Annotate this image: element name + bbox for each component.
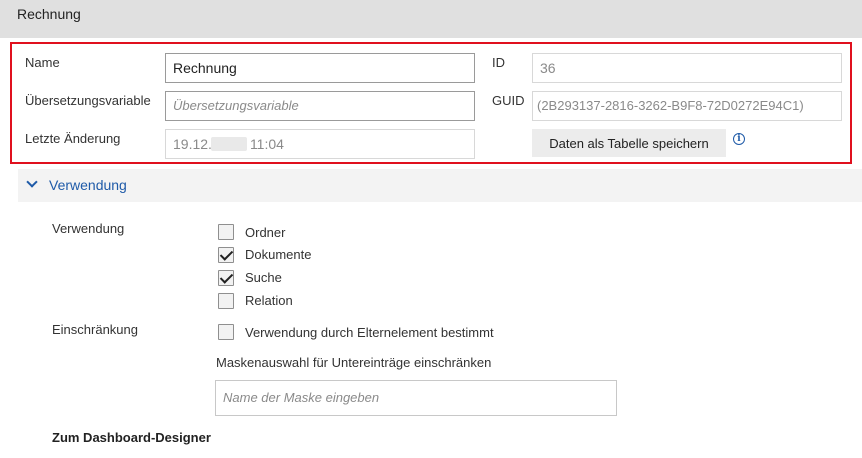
mask-restriction-label: Maskenauswahl für Untereinträge einschrä… xyxy=(216,355,492,370)
checkbox-parent-determined[interactable] xyxy=(218,324,234,340)
guid-field: (2B293137-2816-3262-B9F8-72D0272E94C1) xyxy=(532,91,842,121)
save-as-table-button[interactable]: Daten als Tabelle speichern xyxy=(532,129,726,157)
translation-variable-field[interactable]: Übersetzungsvariable xyxy=(165,91,475,121)
checkbox-label-dokumente: Dokumente xyxy=(245,247,312,262)
guid-label: GUID xyxy=(492,93,525,108)
translation-variable-label: Übersetzungsvariable xyxy=(25,93,151,108)
dashboard-designer-link[interactable]: Zum Dashboard-Designer xyxy=(52,430,211,445)
last-change-time: 11:04 xyxy=(249,136,284,152)
name-field[interactable]: Rechnung xyxy=(165,53,475,83)
name-label: Name xyxy=(25,55,60,70)
page-title: Rechnung xyxy=(17,6,81,22)
usage-label: Verwendung xyxy=(52,221,125,236)
checkbox-relation[interactable] xyxy=(218,293,234,309)
checkbox-label-suche: Suche xyxy=(245,270,282,285)
last-change-date: 19.12. xyxy=(173,136,212,152)
chevron-down-icon xyxy=(26,176,38,188)
checkbox-label-parent-determined: Verwendung durch Elternelement bestimmt xyxy=(245,325,494,340)
checkbox-ordner[interactable] xyxy=(218,224,234,240)
checkbox-label-relation: Relation xyxy=(245,293,293,308)
checkbox-label-ordner: Ordner xyxy=(245,225,286,240)
checkbox-suche[interactable] xyxy=(218,270,234,286)
mask-name-input[interactable]: Name der Maske eingeben xyxy=(215,380,617,416)
last-change-label: Letzte Änderung xyxy=(25,131,121,146)
id-field: 36 xyxy=(532,53,842,83)
id-label: ID xyxy=(492,55,505,70)
usage-section-toggle[interactable]: Verwendung xyxy=(18,169,862,202)
redacted-year xyxy=(211,137,247,151)
restriction-label: Einschränkung xyxy=(52,322,138,337)
usage-section-title: Verwendung xyxy=(49,177,127,193)
info-icon[interactable]: i xyxy=(733,133,745,145)
header-bar: Rechnung xyxy=(0,0,862,38)
checkbox-dokumente[interactable] xyxy=(218,247,234,263)
